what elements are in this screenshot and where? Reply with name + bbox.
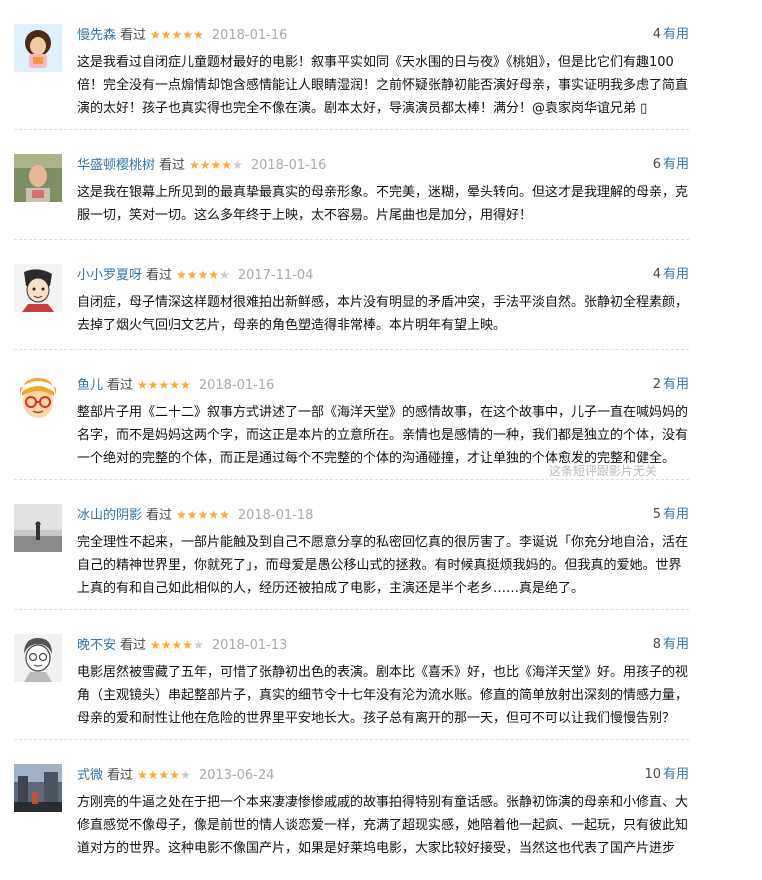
rating-stars: ★★★★★ xyxy=(176,508,230,522)
vote-count: 4 xyxy=(652,27,661,42)
review-meta: 华盛顿樱桃树 看过 ★★★★★ 2018-01-16 xyxy=(77,155,326,175)
review-date: 2017-11-04 xyxy=(237,268,314,283)
useful-button[interactable]: 有用 xyxy=(663,637,689,652)
vote-count: 10 xyxy=(644,767,661,782)
username-link[interactable]: 华盛顿樱桃树 xyxy=(77,158,155,173)
username-link[interactable]: 慢先森 xyxy=(77,28,116,43)
username-link[interactable]: 式微 xyxy=(77,768,103,783)
vote-area: 6 有用 xyxy=(653,155,689,175)
useful-button[interactable]: 有用 xyxy=(663,767,689,782)
rating-stars: ★★★★★ xyxy=(150,638,204,652)
irrelevant-note: 这条短评跟影片无关 xyxy=(548,464,657,478)
vote-count: 8 xyxy=(652,637,661,652)
useful-button[interactable]: 有用 xyxy=(663,377,689,392)
review-content: 自闭症，母子情深这样题材很难拍出新鲜感，本片没有明显的矛盾冲突，手法平淡自然。张… xyxy=(77,295,689,333)
review-date: 2018-01-13 xyxy=(211,638,288,653)
review-date: 2018-01-16 xyxy=(250,158,327,173)
avatar[interactable] xyxy=(14,374,62,422)
review-content: 这是我在银幕上所见到的最真挚最真实的母亲形象。不完美，迷糊，晕头转向。但这才是我… xyxy=(77,185,689,223)
review-item: 小小罗夏呀 看过 ★★★★★ 2017-11-04 4 有用 自闭症，母子情深这样题材很… xyxy=(14,240,689,350)
review-item: 慢先森 看过 ★★★★★ 2018-01-16 4 有用 这是我看过自闭症儿童题材最好的… xyxy=(14,0,689,130)
rating-stars: ★★★★★ xyxy=(176,268,230,282)
watched-label: 看过 xyxy=(146,508,173,523)
review-item: 式微 看过 ★★★★★ 2013-06-24 10 有用 方刚亮的牛逼之处在于把一个本来… xyxy=(14,740,689,880)
review-date: 2018-01-16 xyxy=(198,378,275,393)
review-date: 2018-01-18 xyxy=(237,508,314,523)
avatar[interactable] xyxy=(14,764,62,812)
review-content: 方刚亮的牛逼之处在于把一个本来凄凄惨惨戚戚的故事拍得特别有童话感。张静初饰演的母… xyxy=(77,795,689,856)
vote-count: 2 xyxy=(652,377,661,392)
rating-stars: ★★★★★ xyxy=(189,158,243,172)
avatar[interactable] xyxy=(14,24,62,72)
watched-label: 看过 xyxy=(107,378,134,393)
vote-area: 2 有用 xyxy=(653,375,689,395)
useful-button[interactable]: 有用 xyxy=(663,507,689,522)
review-meta: 冰山的阴影 看过 ★★★★★ 2018-01-18 xyxy=(77,505,313,525)
useful-button[interactable]: 有用 xyxy=(663,27,689,42)
review-meta: 式微 看过 ★★★★★ 2013-06-24 xyxy=(77,765,274,785)
review-date: 2013-06-24 xyxy=(198,768,275,783)
vote-area: 10 有用 xyxy=(644,765,689,785)
review-item: 鱼儿 看过 ★★★★★ 2018-01-16 2 有用 整部片子用《二十二》叙事方式讲述… xyxy=(14,350,689,480)
avatar[interactable] xyxy=(14,634,62,682)
review-meta: 慢先森 看过 ★★★★★ 2018-01-16 xyxy=(77,25,287,45)
username-link[interactable]: 晚不安 xyxy=(77,638,116,653)
review-content: 这是我看过自闭症儿童题材最好的电影！叙事平实如同《天水围的日与夜》《桃姐》，但是… xyxy=(77,55,689,116)
watched-label: 看过 xyxy=(146,268,173,283)
username-link[interactable]: 冰山的阴影 xyxy=(77,508,142,523)
review-meta: 小小罗夏呀 看过 ★★★★★ 2017-11-04 xyxy=(77,265,313,285)
useful-button[interactable]: 有用 xyxy=(663,157,689,172)
rating-stars: ★★★★★ xyxy=(137,378,191,392)
watched-label: 看过 xyxy=(107,768,134,783)
useful-button[interactable]: 有用 xyxy=(663,267,689,282)
rating-stars: ★★★★★ xyxy=(137,768,191,782)
review-content: 电影居然被雪藏了五年，可惜了张静初出色的表演。剧本比《喜禾》好，也比《海洋天堂》… xyxy=(77,665,689,726)
vote-area: 5 有用 xyxy=(653,505,689,525)
avatar[interactable] xyxy=(14,504,62,552)
watched-label: 看过 xyxy=(159,158,186,173)
username-link[interactable]: 小小罗夏呀 xyxy=(77,268,142,283)
vote-count: 4 xyxy=(652,267,661,282)
watched-label: 看过 xyxy=(120,638,147,653)
review-list: 慢先森 看过 ★★★★★ 2018-01-16 4 有用 这是我看过自闭症儿童题材最好的… xyxy=(0,0,762,880)
vote-count: 6 xyxy=(652,157,661,172)
review-item: 冰山的阴影 看过 ★★★★★ 2018-01-18 5 有用 完全理性不起来，一部片能触… xyxy=(14,480,689,610)
vote-area: 4 有用 xyxy=(653,265,689,285)
username-link[interactable]: 鱼儿 xyxy=(77,378,103,393)
review-item: 华盛顿樱桃树 看过 ★★★★★ 2018-01-16 6 有用 这是我在银幕上所见到的最… xyxy=(14,130,689,240)
review-date: 2018-01-16 xyxy=(211,28,288,43)
vote-area: 8 有用 xyxy=(653,635,689,655)
review-content: 完全理性不起来，一部片能触及到自己不愿意分享的私密回忆真的很厉害了。李诞说「你充… xyxy=(77,535,689,596)
avatar[interactable] xyxy=(14,264,62,312)
watched-label: 看过 xyxy=(120,28,147,43)
rating-stars: ★★★★★ xyxy=(150,28,204,42)
vote-area: 4 有用 xyxy=(653,25,689,45)
review-meta: 鱼儿 看过 ★★★★★ 2018-01-16 xyxy=(77,375,274,395)
avatar[interactable] xyxy=(14,154,62,202)
vote-count: 5 xyxy=(652,507,661,522)
review-meta: 晚不安 看过 ★★★★★ 2018-01-13 xyxy=(77,635,287,655)
review-content: 整部片子用《二十二》叙事方式讲述了一部《海洋天堂》的感情故事，在这个故事中，儿子… xyxy=(77,405,689,466)
review-item: 晚不安 看过 ★★★★★ 2018-01-13 8 有用 电影居然被雪藏了五年，可惜了张… xyxy=(14,610,689,740)
